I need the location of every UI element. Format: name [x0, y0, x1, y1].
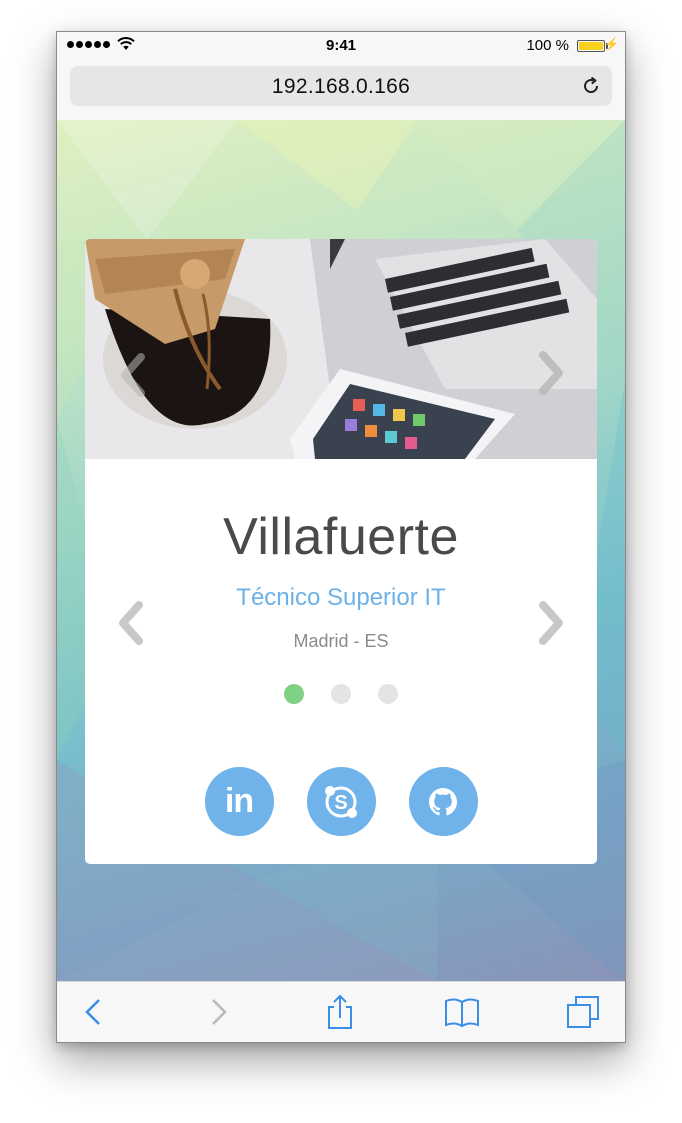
carousel-pagination — [85, 684, 597, 704]
linkedin-icon: in — [224, 782, 254, 820]
next-arrow-icon[interactable] — [535, 599, 569, 647]
back-icon[interactable] — [77, 994, 113, 1030]
social-links: in S — [85, 767, 597, 836]
share-icon[interactable] — [322, 994, 358, 1030]
hero-prev-arrow-icon[interactable] — [115, 351, 149, 399]
address-bar[interactable]: 192.168.0.166 — [70, 66, 612, 106]
profile-role: Técnico Superior IT — [236, 584, 446, 611]
status-bar: 9:41 100 % ⚡ — [57, 32, 625, 60]
hero-photo — [85, 239, 597, 459]
github-icon — [428, 787, 458, 815]
profile-location: Madrid - ES — [293, 631, 389, 651]
github-button[interactable] — [408, 767, 478, 836]
battery-percent: 100 % — [526, 37, 569, 54]
pagination-dot-2[interactable] — [331, 684, 351, 704]
forward-icon[interactable] — [199, 994, 235, 1030]
tabs-icon[interactable] — [565, 994, 601, 1030]
skype-icon: S — [325, 785, 357, 818]
skype-letter: S — [334, 792, 347, 814]
hero-image — [85, 239, 597, 459]
reload-icon[interactable] — [580, 75, 602, 97]
pagination-dot-3[interactable] — [378, 684, 398, 704]
prev-arrow-icon[interactable] — [113, 599, 147, 647]
bolt-icon: ⚡ — [604, 37, 619, 51]
pagination-dot-1[interactable] — [284, 684, 304, 704]
skype-button[interactable]: S — [306, 767, 376, 836]
browser-toolbar — [57, 981, 625, 1042]
linkedin-button[interactable]: in — [204, 767, 274, 836]
web-content: Villafuerte Técnico Superior IT Madrid -… — [57, 120, 625, 982]
profile-name: Villafuerte — [223, 508, 459, 566]
battery-icon — [577, 40, 605, 52]
bookmarks-icon[interactable] — [444, 994, 480, 1030]
profile-card: Villafuerte Técnico Superior IT Madrid -… — [85, 239, 597, 864]
url-text[interactable]: 192.168.0.166 — [70, 75, 612, 99]
phone-frame: 9:41 100 % ⚡ 192.168.0.166 Villafuerte T… — [56, 31, 626, 1043]
hero-next-arrow-icon[interactable] — [535, 349, 569, 397]
